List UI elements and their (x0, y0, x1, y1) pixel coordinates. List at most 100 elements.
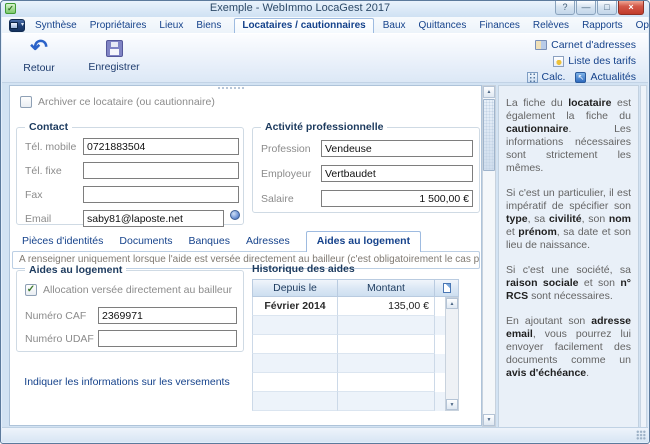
splitter-handle[interactable] (218, 86, 244, 89)
locataire-form-panel: Archiver ce locataire (ou cautionnaire) … (9, 85, 482, 426)
allocation-checkbox-label: Allocation versée directement au bailleu… (43, 284, 233, 296)
window-controls: ? — □ × (555, 1, 644, 15)
tab-synthese[interactable]: Synthèse (35, 20, 77, 33)
allocation-checkbox-row[interactable]: ✓ Allocation versée directement au baill… (25, 284, 232, 296)
tab-locataires-cautionnaires[interactable]: Locataires / cautionnaires (234, 18, 374, 33)
activity-group-title: Activité professionnelle (261, 121, 388, 133)
save-button-label: Enregistrer (88, 61, 140, 73)
address-book-link[interactable]: Carnet d'adresses (535, 39, 636, 51)
email-web-icon[interactable] (230, 210, 240, 220)
help-button[interactable]: ? (555, 1, 575, 15)
back-button[interactable]: ↶ Retour (12, 36, 66, 75)
table-row-empty[interactable] (252, 373, 459, 392)
scroll-up-icon[interactable]: ▲ (446, 298, 458, 309)
back-arrow-icon: ↶ (30, 36, 48, 59)
contact-groupbox: Contact Tél. mobile Tél. fixe Fax Email (16, 121, 244, 227)
help-panel-scrollbar[interactable] (640, 85, 647, 431)
table-row-empty[interactable] (252, 316, 459, 335)
scroll-down-icon[interactable]: ▼ (483, 414, 495, 426)
tab-finances[interactable]: Finances (479, 20, 520, 33)
tel-fixe-label: Tél. fixe (25, 165, 62, 177)
address-book-label: Carnet d'adresses (551, 39, 636, 51)
subtab-pieces-identites[interactable]: Pièces d'identités (22, 235, 103, 251)
table-row-empty[interactable] (252, 335, 459, 354)
numero-caf-input[interactable] (98, 307, 237, 324)
table-row[interactable]: Février 2014 135,00 € (252, 297, 459, 316)
history-table-scrollbar[interactable]: ▲ ▼ (445, 297, 459, 411)
scroll-down-icon[interactable]: ▼ (446, 399, 458, 410)
tab-options-et-controles[interactable]: Options et contrôles (636, 20, 649, 33)
minimize-button[interactable]: — (576, 1, 596, 15)
tariff-list-label: Liste des tarifs (568, 55, 636, 67)
tariff-list-link[interactable]: Liste des tarifs (553, 55, 636, 67)
save-floppy-icon (105, 40, 123, 57)
cell-since: Février 2014 (252, 297, 338, 316)
tab-baux[interactable]: Baux (383, 20, 406, 33)
save-button[interactable]: Enregistrer (76, 37, 152, 73)
salaire-input[interactable] (321, 190, 473, 207)
tab-proprietaires[interactable]: Propriétaires (90, 20, 147, 33)
aides-history-table: Depuis le Montant Février 2014 135,00 € (252, 279, 459, 411)
contact-group-title: Contact (25, 121, 73, 133)
table-header-row: Depuis le Montant (252, 279, 459, 297)
app-window: ✓ Exemple - WebImmo LocaGest 2017 ? — □ … (0, 0, 650, 444)
tab-rapports[interactable]: Rapports (582, 20, 623, 33)
tab-quittances[interactable]: Quittances (419, 20, 467, 33)
check-icon: ✓ (26, 284, 36, 295)
table-row-empty[interactable] (252, 354, 459, 373)
archive-checkbox-row[interactable]: Archiver ce locataire (ou cautionnaire) (20, 96, 215, 108)
email-input[interactable] (83, 210, 224, 227)
calculator-label: Calc. (541, 71, 566, 83)
tab-lieux[interactable]: Lieux (159, 20, 183, 33)
archive-checkbox[interactable] (20, 96, 32, 108)
cell-amount: 135,00 € (338, 297, 435, 316)
toolbar-links: Carnet d'adresses Liste des tarifs Calc.… (526, 39, 636, 83)
column-montant[interactable]: Montant (338, 279, 435, 297)
salaire-label: Salaire (261, 193, 294, 205)
subtab-banques[interactable]: Banques (189, 235, 230, 251)
form-scrollbar[interactable]: ▲ ▼ (482, 85, 496, 427)
tab-biens[interactable]: Biens (196, 20, 221, 33)
resize-grip[interactable] (636, 430, 646, 440)
title-bar[interactable]: ✓ Exemple - WebImmo LocaGest 2017 ? — □ … (1, 1, 649, 17)
table-row-empty[interactable] (252, 392, 459, 411)
status-bar (2, 427, 648, 442)
help-paragraph: En ajoutant son adresse email, vous pour… (506, 315, 631, 379)
subtab-documents[interactable]: Documents (119, 235, 172, 251)
back-button-label: Retour (23, 62, 55, 74)
maximize-button[interactable]: □ (597, 1, 617, 15)
employeur-input[interactable] (321, 165, 473, 182)
calculator-link[interactable]: Calc. (526, 71, 566, 83)
toolbar: ↶ Retour Enregistrer Carnet d'adresses L… (2, 33, 648, 83)
help-panel: La fiche du locataire est également la f… (498, 85, 639, 431)
help-paragraph: Si c'est un particulier, il est impérati… (506, 187, 632, 251)
application-menu-button[interactable]: ▾ (9, 18, 26, 32)
scrollbar-thumb[interactable] (483, 99, 495, 171)
subtab-aides-au-logement[interactable]: Aides au logement (305, 231, 422, 252)
numero-udaf-input[interactable] (98, 330, 237, 347)
tel-fixe-input[interactable] (83, 162, 239, 179)
aides-groupbox: Aides au logement ✓ Allocation versée di… (16, 264, 244, 352)
profession-input[interactable] (321, 140, 473, 157)
delete-row-icon[interactable] (442, 283, 451, 293)
column-depuis-le[interactable]: Depuis le (252, 279, 338, 297)
tel-mobile-input[interactable] (83, 138, 239, 155)
scroll-up-icon[interactable]: ▲ (483, 86, 495, 98)
archive-checkbox-label: Archiver ce locataire (ou cautionnaire) (38, 96, 215, 108)
email-label: Email (25, 213, 52, 225)
window-title: Exemple - WebImmo LocaGest 2017 (209, 2, 391, 14)
news-link[interactable]: ↖ Actualités (575, 71, 636, 83)
tab-releves[interactable]: Relèves (533, 20, 569, 33)
allocation-checkbox[interactable]: ✓ (25, 284, 37, 296)
calculator-icon (526, 71, 538, 83)
payments-info-link[interactable]: Indiquer les informations sur les versem… (10, 376, 244, 388)
tel-mobile-label: Tél. mobile (25, 141, 77, 153)
profession-label: Profession (261, 143, 311, 155)
detail-tab-bar: Pièces d'identités Documents Banques Adr… (10, 230, 480, 252)
tariff-list-icon (553, 55, 565, 67)
table-actions-header (435, 279, 459, 297)
close-button[interactable]: × (618, 1, 644, 15)
subtab-adresses[interactable]: Adresses (246, 235, 290, 251)
employeur-label: Employeur (261, 168, 312, 180)
fax-input[interactable] (83, 186, 239, 203)
